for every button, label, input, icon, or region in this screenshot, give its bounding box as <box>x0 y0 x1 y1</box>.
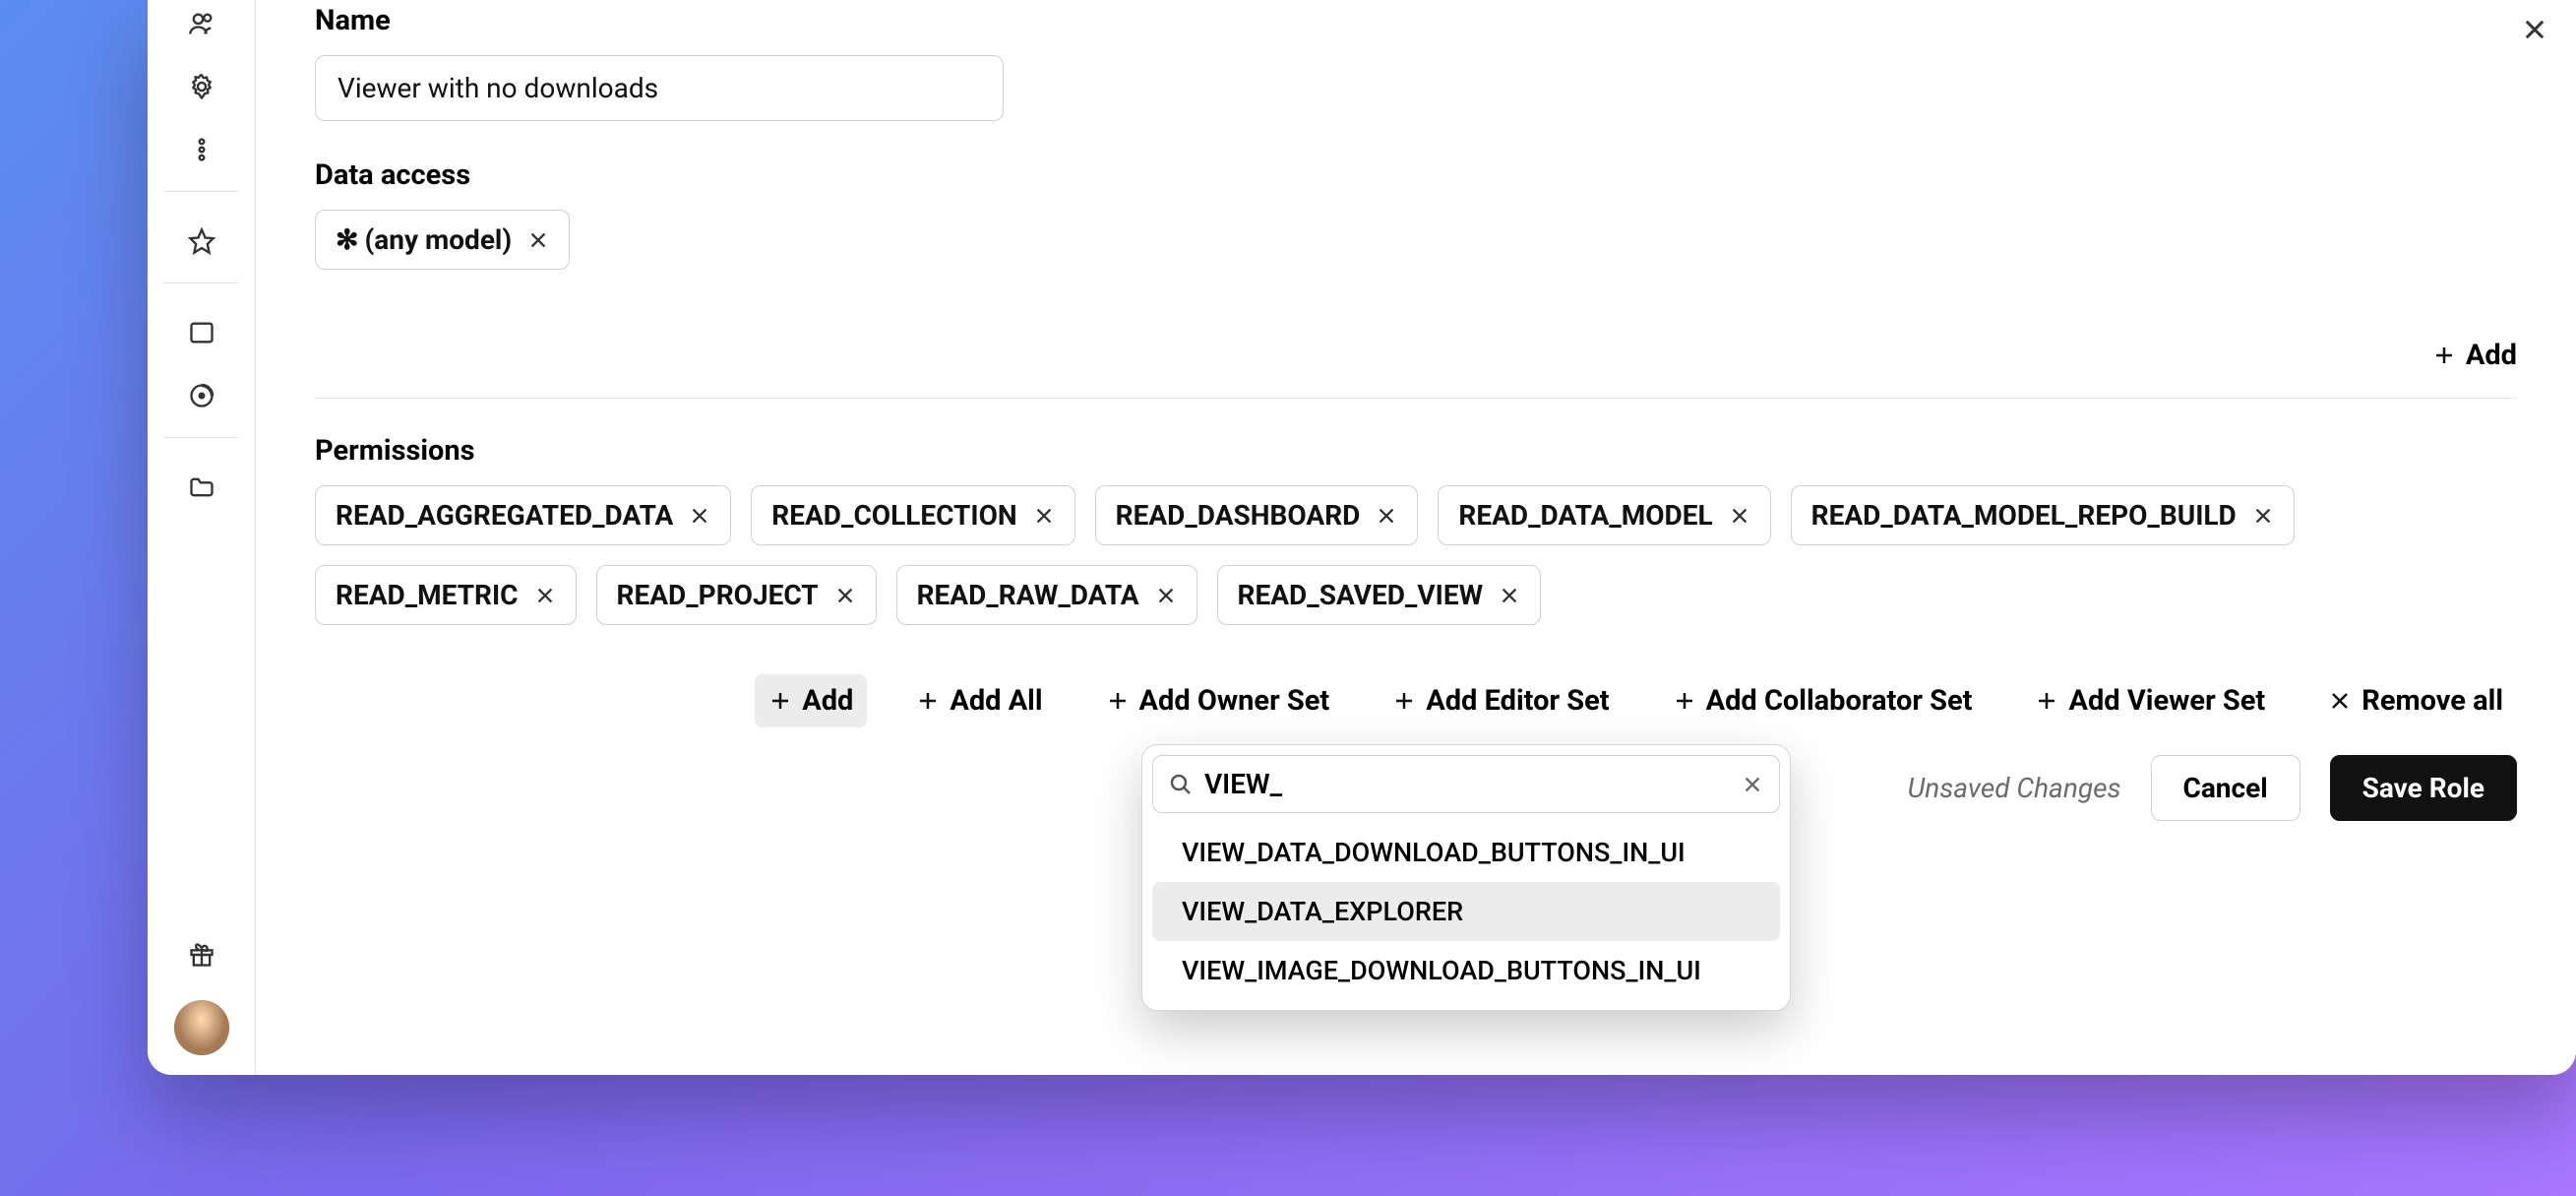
gear-icon[interactable] <box>184 69 219 104</box>
add-permission-button[interactable]: Add <box>755 674 867 727</box>
cancel-button[interactable]: Cancel <box>2151 755 2300 821</box>
remove-chip-icon[interactable] <box>534 585 556 606</box>
add-viewer-set-button[interactable]: Add Viewer Set <box>2021 674 2279 727</box>
chip-label: READ_PROJECT <box>617 579 819 611</box>
clear-search-button[interactable] <box>1742 774 1763 795</box>
permission-chip: READ_RAW_DATA <box>896 565 1197 625</box>
app-window: Name Data access ✻(any model) Add Permis… <box>148 0 2576 1075</box>
remove-all-button[interactable]: Remove all <box>2314 674 2517 727</box>
dropdown-search-input[interactable] <box>1204 768 1730 800</box>
permission-chip: READ_PROJECT <box>596 565 877 625</box>
chip-label: READ_SAVED_VIEW <box>1238 579 1484 611</box>
permissions-label: Permissions <box>315 434 2517 468</box>
remove-chip-icon[interactable] <box>1376 505 1397 527</box>
dropdown-item[interactable]: VIEW_DATA_DOWNLOAD_BUTTONS_IN_UI <box>1152 823 1780 882</box>
add-data-access-button[interactable]: Add <box>2432 339 2517 372</box>
chip-label: READ_DATA_MODEL_REPO_BUILD <box>1811 499 2237 532</box>
name-input[interactable] <box>315 55 1004 121</box>
add-all-button[interactable]: Add All <box>902 674 1056 727</box>
permission-chip: READ_SAVED_VIEW <box>1217 565 1542 625</box>
remove-chip-icon[interactable] <box>834 585 856 606</box>
chip-label: READ_DATA_MODEL <box>1458 499 1712 532</box>
chip-label: READ_COLLECTION <box>771 499 1016 532</box>
dropdown-item[interactable]: VIEW_DATA_EXPLORER <box>1152 882 1780 941</box>
permission-chip: READ_AGGREGATED_DATA <box>315 485 731 545</box>
unsaved-changes-label: Unsaved Changes <box>1908 772 2121 804</box>
close-button[interactable] <box>2513 8 2556 55</box>
save-role-button[interactable]: Save Role <box>2330 755 2517 821</box>
remove-chip-icon[interactable] <box>2252 505 2274 527</box>
terminal-icon[interactable] <box>184 315 219 350</box>
chip-label: READ_METRIC <box>336 579 519 611</box>
chip-label: READ_AGGREGATED_DATA <box>336 499 673 532</box>
permission-chip: READ_DATA_MODEL <box>1438 485 1770 545</box>
permission-dropdown: VIEW_DATA_DOWNLOAD_BUTTONS_IN_UIVIEW_DAT… <box>1141 744 1791 1011</box>
data-access-label: Data access <box>315 158 2517 192</box>
chip-label: READ_RAW_DATA <box>917 579 1139 611</box>
star-icon[interactable] <box>184 223 219 259</box>
add-owner-set-button[interactable]: Add Owner Set <box>1092 674 1344 727</box>
folder-icon[interactable] <box>184 470 219 505</box>
permission-chip: READ_DATA_MODEL_REPO_BUILD <box>1791 485 2295 545</box>
remove-chip-icon[interactable] <box>1499 585 1520 606</box>
permission-chip: READ_DASHBOARD <box>1095 485 1419 545</box>
add-label: Add <box>2466 339 2517 372</box>
target-icon[interactable] <box>184 378 219 413</box>
remove-chip-icon[interactable] <box>1729 505 1750 527</box>
remove-chip-icon[interactable] <box>1155 585 1177 606</box>
sidebar <box>148 0 256 1075</box>
data-access-chip: ✻(any model) <box>315 210 570 270</box>
chip-label: ✻(any model) <box>336 223 512 256</box>
dropdown-item[interactable]: VIEW_IMAGE_DOWNLOAD_BUTTONS_IN_UI <box>1152 941 1780 1000</box>
remove-chip-icon[interactable] <box>527 229 549 251</box>
remove-chip-icon[interactable] <box>1033 505 1055 527</box>
main-panel: Name Data access ✻(any model) Add Permis… <box>256 0 2576 1075</box>
name-label: Name <box>315 4 2517 37</box>
avatar[interactable] <box>174 1000 229 1055</box>
remove-chip-icon[interactable] <box>689 505 710 527</box>
permission-chip: READ_COLLECTION <box>751 485 1074 545</box>
add-editor-set-button[interactable]: Add Editor Set <box>1379 674 1623 727</box>
chip-label: READ_DASHBOARD <box>1116 499 1361 532</box>
section-divider <box>315 398 2517 399</box>
users-icon[interactable] <box>184 6 219 41</box>
add-collaborator-set-button[interactable]: Add Collaborator Set <box>1659 674 1987 727</box>
gift-icon[interactable] <box>184 937 219 973</box>
more-vertical-icon[interactable] <box>184 132 219 167</box>
search-icon <box>1169 773 1193 796</box>
dropdown-search <box>1152 755 1780 813</box>
permission-chip: READ_METRIC <box>315 565 577 625</box>
